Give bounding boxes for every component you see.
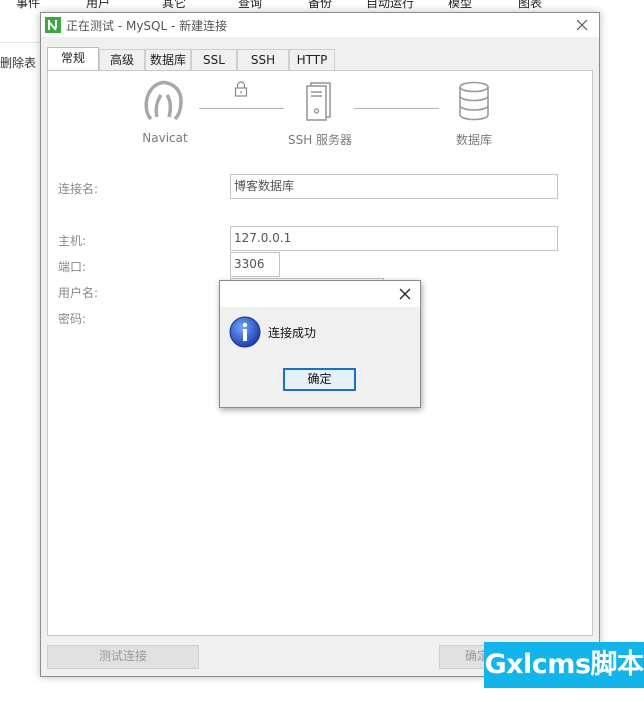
messagebox-close-icon[interactable] — [396, 285, 414, 303]
tab-general[interactable]: 常规 — [47, 47, 99, 70]
navicat-label: Navicat — [142, 131, 188, 145]
test-connection-button[interactable]: 测试连接 — [47, 645, 199, 669]
navicat-logo-icon — [144, 80, 183, 121]
tab-advanced[interactable]: 高级 — [99, 49, 145, 70]
connector-line-right — [354, 108, 439, 109]
database-label: 数据库 — [455, 133, 492, 147]
ssh-server-label: SSH 服务器 — [287, 133, 353, 147]
tab-ssh[interactable]: SSH — [237, 49, 289, 70]
host-label: 主机: — [58, 234, 87, 248]
connection-success-messagebox: 连接成功 确定 — [219, 280, 421, 408]
username-label: 用户名: — [58, 286, 99, 300]
connection-name-input[interactable]: 博客数据库 — [230, 174, 558, 199]
menu-item-others[interactable]: 其它 — [162, 0, 186, 10]
menu-item-events[interactable]: 事件 — [16, 0, 40, 10]
port-input[interactable]: 3306 — [230, 252, 280, 277]
ssh-server-icon — [306, 82, 331, 121]
delete-table-button[interactable]: 删除表 — [0, 54, 36, 71]
password-label: 密码: — [58, 312, 87, 326]
host-input[interactable]: 127.0.0.1 — [230, 226, 558, 251]
menu-item-chart[interactable]: 图表 — [518, 0, 542, 10]
tab-http[interactable]: HTTP — [289, 49, 335, 70]
dialog-title: 正在测试 - MySQL - 新建连接 — [66, 19, 228, 33]
port-label: 端口: — [58, 260, 87, 274]
info-icon — [229, 316, 261, 348]
dialog-close-icon[interactable] — [571, 14, 593, 36]
background-menubar: 事件 用户 其它 查询 备份 自动运行 模型 图表 — [0, 0, 644, 10]
menu-item-backup[interactable]: 备份 — [308, 0, 332, 10]
lock-icon — [234, 81, 248, 97]
database-icon — [459, 81, 489, 121]
dialog-titlebar[interactable]: 正在测试 - MySQL - 新建连接 — [41, 13, 599, 37]
menu-item-model[interactable]: 模型 — [448, 0, 472, 10]
menu-item-automation[interactable]: 自动运行 — [366, 0, 414, 10]
menu-item-query[interactable]: 查询 — [238, 0, 262, 10]
tab-database[interactable]: 数据库 — [145, 49, 191, 70]
messagebox-text: 连接成功 — [268, 326, 317, 340]
background-divider — [0, 42, 40, 43]
menu-item-users[interactable]: 用户 — [86, 0, 110, 10]
connection-name-label: 连接名: — [58, 182, 99, 196]
navicat-app-icon — [45, 17, 61, 33]
messagebox-ok-button[interactable]: 确定 — [283, 368, 356, 391]
connector-line-left — [199, 108, 284, 109]
watermark-logo: Gxlcms脚本 — [484, 642, 644, 688]
tab-ssl[interactable]: SSL — [191, 49, 237, 70]
messagebox-titlebar[interactable] — [220, 281, 420, 307]
